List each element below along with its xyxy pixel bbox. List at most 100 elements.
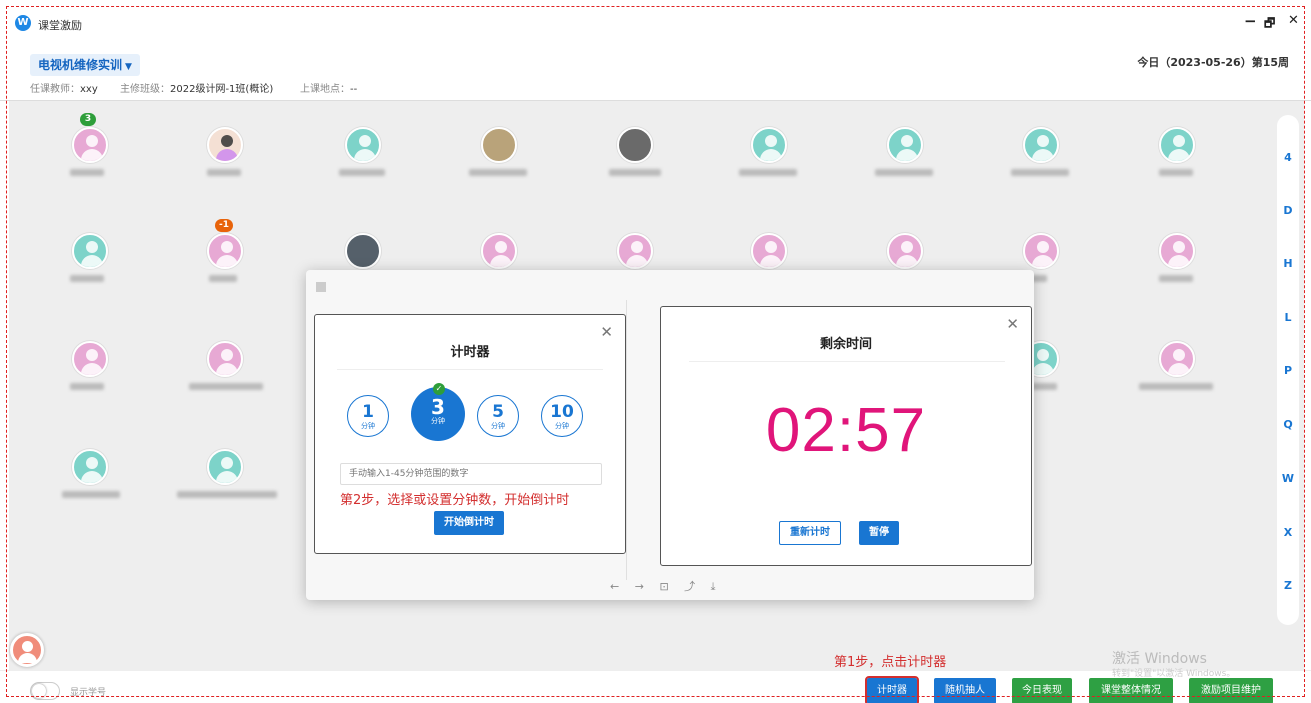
alphabet-index: 4 D H L P Q W X Z <box>1277 115 1299 625</box>
download-icon[interactable]: ⤓ <box>711 580 716 593</box>
countdown-title: 剩余时间 <box>819 337 872 352</box>
teacher-info: 任课教师：xxy <box>30 80 98 95</box>
start-countdown-button[interactable]: 开始倒计时 <box>434 511 504 535</box>
minimize-button[interactable]: − <box>1244 12 1257 30</box>
close-button[interactable]: ✕ <box>1288 13 1299 28</box>
minute-option-5[interactable]: 5 分钟 <box>477 395 519 437</box>
student-card[interactable] <box>845 119 965 199</box>
option-unit: 分钟 <box>555 422 569 430</box>
student-card[interactable] <box>165 441 285 521</box>
option-number: 1 <box>362 402 374 422</box>
step1-annotation: 第1步，点击计时器 <box>834 655 947 670</box>
student-card[interactable] <box>981 119 1101 199</box>
avatar <box>1023 127 1059 163</box>
next-arrow-icon[interactable]: → <box>635 580 644 593</box>
student-name <box>469 169 527 176</box>
location-label: 上课地点： <box>300 84 350 95</box>
index-letter[interactable]: X <box>1277 526 1299 539</box>
close-icon[interactable]: ✕ <box>1006 315 1019 333</box>
student-card[interactable] <box>575 119 695 199</box>
index-letter[interactable]: D <box>1277 204 1299 217</box>
index-letter[interactable]: 4 <box>1277 151 1299 164</box>
minute-option-1[interactable]: 1 分钟 <box>347 395 389 437</box>
student-name <box>209 275 237 282</box>
avatar <box>72 449 108 485</box>
avatar <box>1159 127 1195 163</box>
student-name <box>739 169 797 176</box>
option-unit: 分钟 <box>491 422 505 430</box>
teacher-value: xxy <box>80 84 98 95</box>
fit-screen-icon[interactable]: ⊡ <box>659 580 668 593</box>
index-letter[interactable]: P <box>1277 364 1299 377</box>
reset-timer-button[interactable]: 重新计时 <box>779 521 841 545</box>
avatar <box>72 233 108 269</box>
index-letter[interactable]: L <box>1277 311 1299 324</box>
avatar <box>1159 233 1195 269</box>
avatar <box>481 233 517 269</box>
index-letter[interactable]: W <box>1277 472 1299 485</box>
timer-screenshot-viewer: 计时器 ✕ 1分钟 ✓ 3分钟 5分钟 10分钟 第2步，选择或设置分钟数，开始… <box>306 270 1034 600</box>
student-name <box>609 169 661 176</box>
activation-watermark-title: 激活 Windows <box>1112 651 1207 667</box>
location-value: -- <box>350 84 358 95</box>
close-icon[interactable]: ✕ <box>600 323 613 341</box>
class-overall-button[interactable]: 课堂整体情况 <box>1089 678 1173 703</box>
index-letter[interactable]: H <box>1277 257 1299 270</box>
minutes-input[interactable] <box>340 463 602 485</box>
option-unit: 分钟 <box>361 422 375 430</box>
student-card[interactable]: -1 <box>165 219 285 305</box>
location-info: 上课地点：-- <box>300 80 357 95</box>
student-card[interactable] <box>30 225 150 305</box>
option-number: 5 <box>492 402 504 422</box>
show-id-toggle[interactable] <box>30 682 60 700</box>
class-label: 主修班级： <box>120 84 170 95</box>
minute-option-10[interactable]: 10 分钟 <box>541 395 583 437</box>
restore-button[interactable]: 🗗 <box>1264 14 1275 35</box>
pause-button[interactable]: 暂停 <box>859 521 899 545</box>
student-card[interactable] <box>1117 119 1237 199</box>
avatar <box>345 233 381 269</box>
course-selector[interactable]: 电视机维修实训 ▼ <box>30 54 140 76</box>
student-name <box>62 491 120 498</box>
student-card[interactable] <box>30 333 150 413</box>
step2-annotation: 第2步，选择或设置分钟数，开始倒计时 <box>340 493 570 508</box>
student-card[interactable] <box>1117 225 1237 305</box>
today-performance-button[interactable]: 今日表现 <box>1012 678 1072 703</box>
course-name: 电视机维修实训 <box>38 58 123 72</box>
index-letter[interactable]: Z <box>1277 579 1299 592</box>
caret-down-icon: ▼ <box>125 62 132 72</box>
teacher-label: 任课教师： <box>30 84 80 95</box>
avatar <box>207 127 243 163</box>
class-value: 2022级计网-1班(概论) <box>170 84 274 95</box>
show-id-label: 显示学号 <box>70 688 107 698</box>
student-card[interactable] <box>165 119 285 199</box>
avatar <box>72 127 108 163</box>
rotate-icon[interactable]: ⤴ <box>684 580 695 593</box>
avatar <box>207 233 243 269</box>
minute-option-3[interactable]: 3 分钟 <box>411 387 465 441</box>
class-info: 主修班级：2022级计网-1班(概论) <box>120 80 273 95</box>
avatar <box>207 449 243 485</box>
student-card[interactable] <box>165 333 285 413</box>
index-letter[interactable]: Q <box>1277 418 1299 431</box>
selected-check-icon: ✓ <box>433 383 445 395</box>
student-card[interactable] <box>1117 333 1237 413</box>
student-name <box>70 275 104 282</box>
student-name <box>1159 169 1193 176</box>
student-card[interactable] <box>709 119 829 199</box>
incentive-maintenance-button[interactable]: 激励项目维护 <box>1189 678 1273 703</box>
timer-setup-card: 计时器 ✕ 1分钟 ✓ 3分钟 5分钟 10分钟 第2步，选择或设置分钟数，开始… <box>314 314 626 554</box>
prev-arrow-icon[interactable]: ← <box>610 580 619 593</box>
student-card[interactable] <box>303 119 423 199</box>
timer-button[interactable]: 计时器 <box>865 676 919 703</box>
floating-avatar[interactable] <box>10 633 44 667</box>
app-logo-icon: W <box>15 15 31 31</box>
score-badge: -1 <box>215 219 233 232</box>
avatar <box>751 127 787 163</box>
student-card[interactable] <box>439 119 559 199</box>
avatar <box>207 341 243 377</box>
student-card[interactable] <box>30 441 150 521</box>
random-pick-button[interactable]: 随机抽人 <box>934 678 996 703</box>
title-bar: W 课堂激励 − 🗗 ✕ <box>0 0 1311 46</box>
student-card[interactable]: 3 <box>30 113 150 199</box>
